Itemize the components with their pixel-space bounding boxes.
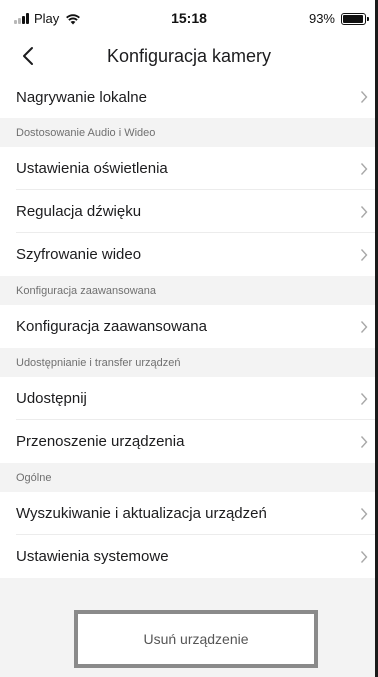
battery-fill	[343, 14, 363, 23]
battery-percentage: 93%	[308, 11, 335, 26]
row-label: Konfiguracja zaawansowana	[16, 318, 207, 335]
chevron-right-icon	[360, 392, 368, 405]
status-bar: Play 15:18 93%	[0, 0, 378, 36]
section-header-sharing: Udostępnianie i transfer urządzeń	[0, 348, 378, 377]
row-local-recording[interactable]: Nagrywanie lokalne	[0, 76, 378, 118]
row-encryption[interactable]: Szyfrowanie wideo	[0, 233, 378, 276]
row-transfer[interactable]: Przenoszenie urządzenia	[0, 420, 378, 463]
navigation-bar: Konfiguracja kamery	[0, 36, 378, 76]
chevron-right-icon	[360, 507, 368, 520]
row-share[interactable]: Udostępnij	[0, 377, 378, 420]
settings-list: Nagrywanie lokalne Dostosowanie Audio i …	[0, 76, 378, 615]
row-label: Nagrywanie lokalne	[16, 88, 147, 106]
row-label: Regulacja dźwięku	[16, 203, 142, 220]
page-title: Konfiguracja kamery	[106, 46, 272, 66]
section-header-advanced: Konfiguracja zaawansowana	[0, 276, 378, 305]
delete-device-label: Usuń urządzenie	[143, 631, 249, 647]
row-label: Udostępnij	[16, 390, 87, 407]
chevron-right-icon	[360, 435, 368, 448]
chevron-right-icon	[360, 162, 368, 175]
row-label: Ustawienia oświetlenia	[16, 160, 168, 177]
chevron-right-icon	[360, 91, 368, 103]
battery-icon	[341, 12, 369, 25]
row-search-update[interactable]: Wyszukiwanie i aktualizacja urządzeń	[0, 492, 378, 535]
row-system[interactable]: Ustawienia systemowe	[0, 535, 378, 578]
section-label: Ogólne	[16, 471, 52, 484]
chevron-right-icon	[360, 205, 368, 218]
chevron-right-icon	[360, 248, 368, 261]
section-header-audio-video: Dostosowanie Audio i Wideo	[0, 118, 378, 147]
row-label: Szyfrowanie wideo	[16, 246, 142, 263]
section-label: Udostępnianie i transfer urządzeń	[16, 356, 181, 369]
footer-area: Usuń urządzenie	[0, 600, 378, 677]
section-label: Dostosowanie Audio i Wideo	[16, 126, 156, 139]
row-label: Przenoszenie urządzenia	[16, 433, 185, 450]
row-lighting[interactable]: Ustawienia oświetlenia	[0, 147, 378, 190]
status-right: 93%	[308, 11, 369, 26]
row-label: Wyszukiwanie i aktualizacja urządzeń	[16, 505, 267, 522]
chevron-right-icon	[360, 550, 368, 563]
row-advanced[interactable]: Konfiguracja zaawansowana	[0, 305, 378, 348]
section-header-general: Ogólne	[0, 463, 378, 492]
chevron-right-icon	[360, 320, 368, 333]
delete-device-button[interactable]: Usuń urządzenie	[74, 610, 318, 668]
row-label: Ustawienia systemowe	[16, 548, 169, 565]
row-sound[interactable]: Regulacja dźwięku	[0, 190, 378, 233]
section-label: Konfiguracja zaawansowana	[16, 284, 157, 297]
